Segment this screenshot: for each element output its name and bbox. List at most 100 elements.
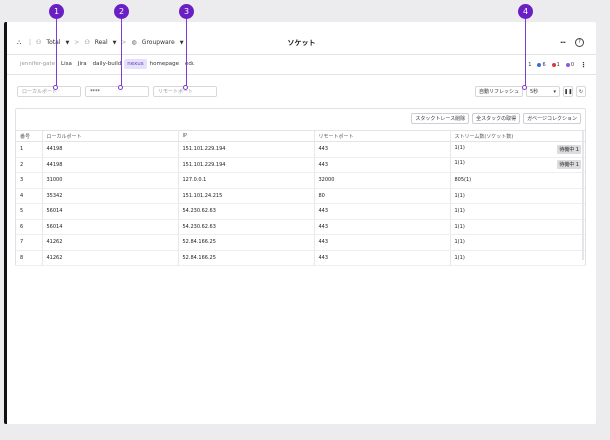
callout-marker-4: 4 [518,4,533,19]
socket-table: 番号 ローカルポート IP リモートポート ストリーム数(ソケット数) 1 441… [16,130,585,266]
vertical-scrollbar[interactable] [582,130,584,260]
col-streams[interactable]: ストリーム数(ソケット数) [449,130,585,142]
more-vertical-icon[interactable]: ⋮ [580,61,587,69]
table-row[interactable]: 8 41262 52.84.166.25 443 1(1) [16,250,585,266]
cell-local-port: 56014 [41,203,178,220]
cell-local-port: 41262 [41,250,178,266]
table-header-row: 番号 ローカルポート IP リモートポート ストリーム数(ソケット数) [16,130,585,142]
more-icon[interactable]: ··· [560,39,566,47]
table-row[interactable]: 4 35342 151.101.24.215 80 1(1) [16,188,585,204]
reload-icon[interactable]: ↻ [576,86,586,97]
col-ip[interactable]: IP [177,130,314,142]
chevron-down-icon: ▾ [553,89,556,95]
garbage-collection-button[interactable]: ガベージコレクション [523,113,581,124]
cell-remote-port: 443 [313,234,450,251]
get-all-stacks-button[interactable]: 全スタックの取得 [472,113,521,124]
status-dot-icon [551,62,556,67]
cell-num: 6 [16,219,42,235]
cell-ip: 151.101.229.194 [177,141,314,158]
col-num[interactable]: 番号 [16,130,42,142]
table-row[interactable]: 7 41262 52.84.166.25 443 1(1) [16,234,585,251]
auto-refresh-button[interactable]: 自動リフレッシュ [474,86,523,97]
callout-line [186,19,187,86]
page-title: ソケット [287,39,316,47]
cell-num: 1 [16,141,42,158]
callout-anchor [183,85,188,90]
cell-remote-port: 443 [313,250,450,266]
cell-streams: 805(1) [449,172,585,189]
cell-ip: 151.101.24.215 [177,188,314,204]
cell-local-port: 44198 [41,141,178,158]
tab-jennifer-gate[interactable]: jennifer-gate [17,59,58,69]
cell-num: 4 [16,188,42,204]
table-row[interactable]: 2 44198 151.101.229.194 443 1(1) 待機中 1 [16,157,585,173]
cell-streams: 1(1) [449,250,585,266]
cell-local-port: 44198 [41,157,178,173]
cell-num: 7 [16,234,42,251]
status-badge: 待機中 1 [557,160,581,170]
table-row[interactable]: 3 31000 127.0.0.1 32000 805(1) [16,172,585,189]
callout-line [525,19,526,86]
cell-streams: 1(1) 待機中 1 [449,141,585,158]
cell-streams: 1(1) [449,219,585,235]
help-icon[interactable]: ? [575,38,584,47]
cell-ip: 151.101.229.194 [177,157,314,173]
cell-streams: 1(1) [449,188,585,204]
callout-anchor [118,85,123,90]
status-purple: 0 [565,62,574,68]
cell-local-port: 41262 [41,234,178,251]
status-badge: 待機中 1 [557,144,581,154]
cell-ip: 54.230.62.63 [177,203,314,220]
status-dot-icon [565,62,570,67]
table-row[interactable]: 5 56014 54.230.62.63 443 1(1) [16,203,585,220]
callout-marker-2: 2 [114,4,129,19]
instance-count: 1 [528,62,532,68]
status-red: 1 [551,62,560,68]
local-port-input[interactable]: ローカルポート [17,86,81,97]
status-blue: 6 [537,62,546,68]
callout-marker-1: 1 [49,4,64,19]
tab-edu[interactable]: edu [182,59,194,69]
stack-trace-delete-button[interactable]: スタックトレース削除 [411,113,470,124]
tab-nexus[interactable]: nexus [124,59,147,69]
tab-jira[interactable]: Jira [75,59,90,69]
cell-ip: 52.84.166.25 [177,250,314,266]
table-row[interactable]: 6 56014 54.230.62.63 443 1(1) [16,219,585,235]
tab-lisa[interactable]: Lisa [58,59,75,69]
cell-num: 3 [16,172,42,189]
cell-streams: 1(1) 待機中 1 [449,157,585,173]
cell-remote-port: 80 [313,188,450,204]
refresh-controls: 自動リフレッシュ 5秒 ▾ ❚❚ ↻ [474,86,586,97]
cell-ip: 52.84.166.25 [177,234,314,251]
cell-num: 5 [16,203,42,220]
callout-anchor [522,85,527,90]
cell-local-port: 35342 [41,188,178,204]
pause-icon[interactable]: ❚❚ [563,86,573,97]
tab-homepage[interactable]: homepage [147,59,182,69]
status-dot-icon [537,62,542,67]
callout-line [56,19,57,86]
cell-remote-port: 32000 [313,172,450,189]
cell-streams: 1(1) [449,234,585,251]
table-row[interactable]: 1 44198 151.101.229.194 443 1(1) 待機中 1 [16,141,585,158]
top-bar: ⛬ | ⚇ Total ▼ > ⚇ Real ▼ > ◍ Groupware ▼… [7,34,596,52]
cell-num: 2 [16,157,42,173]
cell-remote-port: 443 [313,157,450,173]
divider [7,54,596,55]
col-remote-port[interactable]: リモートポート [313,130,450,142]
refresh-interval-value: 5秒 [530,89,539,95]
divider [7,74,596,75]
cell-remote-port: 443 [313,203,450,220]
tab-status: 1 6 1 0 ⋮ [528,61,587,69]
callout-line [121,19,122,86]
cell-local-port: 31000 [41,172,178,189]
cell-ip: 54.230.62.63 [177,219,314,235]
masked-input[interactable]: **** [85,86,149,97]
refresh-interval-select[interactable]: 5秒 ▾ [526,86,560,97]
socket-panel: スタックトレース削除 全スタックの取得 ガベージコレクション 番号 ローカルポー… [15,108,586,266]
col-local-port[interactable]: ローカルポート [41,130,178,142]
tab-daily-build[interactable]: daily-build [90,59,125,69]
cell-remote-port: 443 [313,141,450,158]
cell-streams: 1(1) [449,203,585,220]
instance-tabs: jennifer-gate Lisa Jira daily-build nexu… [17,59,194,69]
